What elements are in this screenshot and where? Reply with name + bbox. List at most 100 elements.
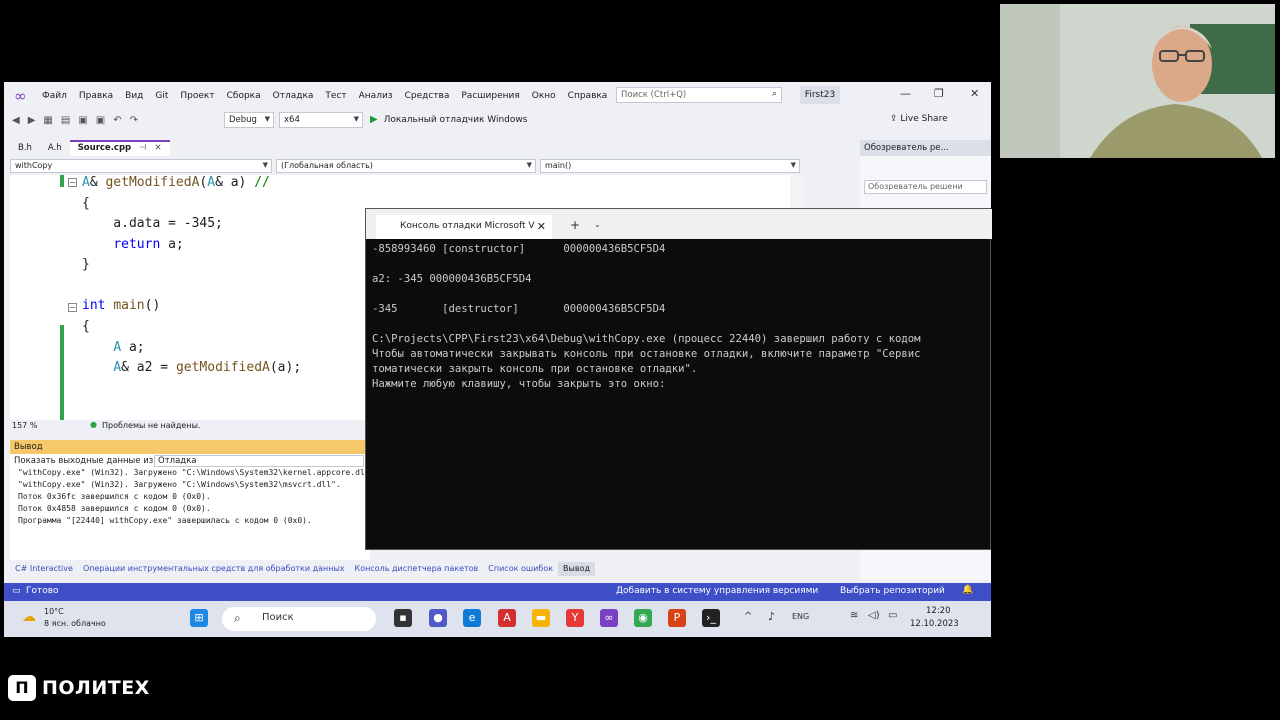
new-tab-icon[interactable]: +	[570, 218, 580, 232]
output-line: Программа "[22440] withCopy.exe" заверши…	[18, 516, 312, 525]
edge-icon[interactable]: e	[463, 609, 481, 627]
menu-debug[interactable]: Отладка	[273, 91, 314, 101]
notifications-icon[interactable]: 🔔	[962, 585, 973, 595]
task-view-icon[interactable]: ▪	[394, 609, 412, 627]
live-share-button[interactable]: ⇪ Live Share	[890, 114, 948, 124]
solution-explorer-search[interactable]: Обозреватель решени	[864, 180, 987, 194]
open-icon[interactable]: ▤	[61, 115, 70, 126]
start-icon[interactable]: ⊞	[190, 609, 208, 627]
weather-desc[interactable]: 8 ясн. облачно	[44, 619, 106, 628]
weather-temp[interactable]: 10°C	[44, 607, 64, 616]
platform-value: x64	[284, 115, 300, 125]
battery-icon[interactable]: ▭	[888, 610, 897, 621]
menu-edit[interactable]: Правка	[79, 91, 113, 101]
save-icon[interactable]: ▣	[78, 115, 87, 126]
add-to-source-control[interactable]: Добавить в систему управления версиями	[616, 586, 818, 596]
undo-icon[interactable]: ↶	[113, 115, 121, 126]
debug-console-window[interactable]: Консоль отладки Microsoft V ✕ + ⌄ -85899…	[365, 208, 992, 550]
keyboard-layout[interactable]: ENG	[792, 612, 809, 621]
zoom-level[interactable]: 157 %	[12, 421, 37, 430]
close-tab-icon[interactable]: ✕	[155, 143, 162, 153]
output-source-select[interactable]: Отладка	[154, 455, 364, 467]
taskbar-search[interactable]: ⌕ Поиск	[222, 607, 376, 631]
tab-output[interactable]: Вывод	[558, 562, 595, 576]
configuration-select[interactable]: Debug ▼	[224, 112, 274, 128]
problems-status[interactable]: Проблемы не найдены.	[102, 421, 200, 430]
chevron-down-icon[interactable]: ⌄	[594, 220, 601, 229]
save-all-icon[interactable]: ▣	[96, 115, 105, 126]
output-source-label: Показать выходные данные из:	[14, 456, 157, 466]
polytech-logo: П ПОЛИТЕХ	[8, 674, 150, 702]
powerpoint-icon[interactable]: P	[668, 609, 686, 627]
minimize-icon[interactable]: —	[900, 87, 911, 100]
menu-build[interactable]: Сборка	[227, 91, 261, 101]
tray-chevron-icon[interactable]: ^	[744, 611, 752, 622]
tab-source-cpp[interactable]: Source.cpp ⊣ ✕	[69, 140, 170, 156]
restore-icon[interactable]: ❐	[934, 87, 944, 100]
tab-package-manager[interactable]: Консоль диспетчера пакетов	[350, 562, 484, 576]
start-debugging-button[interactable]: ▶ Локальный отладчик Windows	[370, 114, 527, 125]
volume-icon[interactable]: ◁)	[868, 610, 880, 621]
code-line: A a;	[113, 340, 145, 355]
menu-git[interactable]: Git	[155, 91, 168, 101]
live-share-label: Live Share	[900, 114, 948, 124]
yandex-icon[interactable]: Y	[566, 609, 584, 627]
menu-file[interactable]: Файл	[42, 91, 67, 101]
clock-time[interactable]: 12:20	[926, 606, 951, 616]
menu-analyze[interactable]: Анализ	[359, 91, 393, 101]
collapse-icon[interactable]: −	[68, 303, 77, 312]
menu-window[interactable]: Окно	[532, 91, 556, 101]
console-line: Чтобы автоматически закрывать консоль пр…	[372, 348, 921, 360]
select-repository[interactable]: Выбрать репозиторий	[840, 586, 945, 596]
menu-project[interactable]: Проект	[180, 91, 214, 101]
visual-studio-icon[interactable]: ∞	[600, 609, 618, 627]
member-value: main()	[545, 161, 572, 170]
menu-help[interactable]: Справка	[568, 91, 608, 101]
solution-name-badge[interactable]: First23	[800, 86, 840, 104]
teams-icon[interactable]: ●	[429, 609, 447, 627]
change-marker	[60, 175, 64, 187]
clock-date[interactable]: 12.10.2023	[910, 619, 959, 629]
console-tab[interactable]: Консоль отладки Microsoft V ✕	[376, 215, 552, 239]
microphone-icon[interactable]: ♪	[768, 610, 775, 623]
toolbar: ◀ ▶ ▦ ▤ ▣ ▣ ↶ ↷ Debug ▼ x64 ▼ ▶ Локальны…	[4, 109, 991, 131]
chevron-down-icon: ▼	[262, 161, 268, 169]
tab-a-h[interactable]: A.h	[40, 140, 70, 156]
project-select[interactable]: withCopy ▼	[10, 159, 272, 173]
search-input[interactable]: Поиск (Ctrl+Q) ⌕	[616, 87, 782, 103]
platform-select[interactable]: x64 ▼	[279, 112, 363, 128]
code-line: return a;	[113, 237, 184, 252]
code-line: {	[82, 196, 90, 211]
menu-tools[interactable]: Средства	[405, 91, 450, 101]
new-item-icon[interactable]: ▦	[43, 115, 52, 126]
member-select[interactable]: main() ▼	[540, 159, 800, 173]
acrobat-icon[interactable]: A	[498, 609, 516, 627]
menu-view[interactable]: Вид	[125, 91, 143, 101]
tab-csharp-interactive[interactable]: C# Interactive	[10, 562, 78, 576]
taskbar-search-label: Поиск	[262, 612, 294, 623]
collapse-icon[interactable]: −	[68, 178, 77, 187]
tab-error-list[interactable]: Список ошибок	[483, 562, 558, 576]
terminal-icon[interactable]: ›_	[702, 609, 720, 627]
wifi-icon[interactable]: ≋	[850, 610, 858, 621]
scope-select[interactable]: (Глобальная область) ▼	[276, 159, 536, 173]
tab-b-h[interactable]: B.h	[10, 140, 40, 156]
tab-data-tools[interactable]: Операции инструментальных средств для об…	[78, 562, 350, 576]
chrome-icon[interactable]: ◉	[634, 609, 652, 627]
close-icon[interactable]: ✕	[970, 87, 979, 100]
status-icon: ▭	[12, 586, 21, 596]
menu-extensions[interactable]: Расширения	[461, 91, 519, 101]
file-explorer-icon[interactable]: ▬	[532, 609, 550, 627]
windows-taskbar: ☁ 10°C 8 ясн. облачно ⊞ ⌕ Поиск ▪ ● e A …	[4, 601, 991, 637]
close-icon[interactable]: ✕	[537, 220, 546, 233]
status-bar: ▭ Готово Добавить в систему управления в…	[4, 583, 991, 601]
output-line: Поток 0x4858 завершился с кодом 0 (0x0).	[18, 504, 211, 513]
back-icon[interactable]: ◀	[12, 115, 20, 126]
solution-explorer-title: Обозреватель ре...	[860, 140, 991, 156]
pin-icon[interactable]: ⊣	[139, 143, 146, 153]
redo-icon[interactable]: ↷	[130, 115, 138, 126]
menu-test[interactable]: Тест	[325, 91, 346, 101]
forward-icon[interactable]: ▶	[28, 115, 36, 126]
weather-icon: ☁	[22, 609, 36, 625]
